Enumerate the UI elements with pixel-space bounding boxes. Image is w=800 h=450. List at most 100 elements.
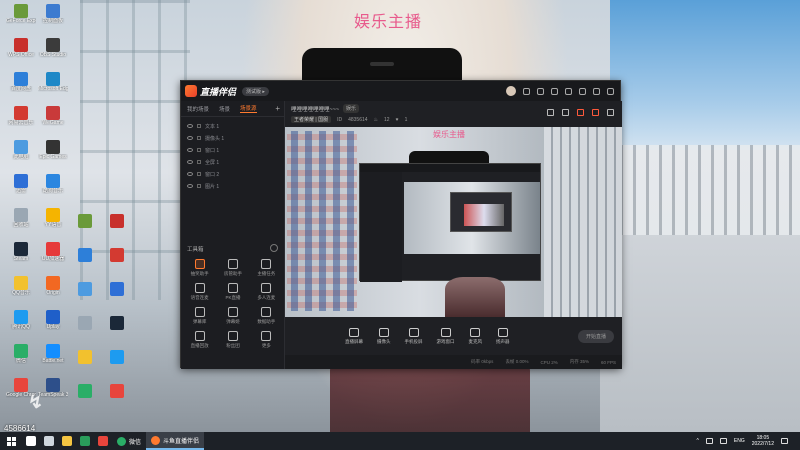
desktop-icon[interactable]: QQ音乐 <box>6 274 36 304</box>
lock-icon[interactable] <box>197 148 201 152</box>
desktop-icon[interactable]: 腾讯QQ <box>6 308 36 338</box>
desktop-icon[interactable]: 酷狗音乐 <box>38 172 68 202</box>
scene-source-item[interactable]: 文本 1 <box>187 120 284 132</box>
category-tag[interactable]: 王者荣耀 | 国服 <box>291 116 332 123</box>
desktop-icon[interactable]: Steam <box>6 240 36 270</box>
message-icon[interactable] <box>551 87 558 95</box>
desktop-icon[interactable]: GeForce Experience <box>6 2 36 32</box>
scene-source-item[interactable]: 窗口 1 <box>187 144 284 156</box>
eye-icon[interactable] <box>187 184 193 188</box>
add-source-icon[interactable]: + <box>275 104 280 113</box>
search-icon[interactable] <box>22 432 40 450</box>
eye-icon[interactable] <box>187 148 193 152</box>
scene-source-item[interactable]: 图片 1 <box>187 180 284 192</box>
desktop-icon[interactable]: 回收站 <box>6 206 36 236</box>
desktop-icon[interactable] <box>102 382 132 412</box>
network-icon[interactable] <box>705 438 713 444</box>
avatar[interactable] <box>506 86 516 96</box>
source-control[interactable]: 麦克风 <box>469 327 482 345</box>
side-tab[interactable]: 我的场景 <box>187 105 209 113</box>
start-button[interactable] <box>0 432 22 450</box>
desktop-icon[interactable]: 此电脑 <box>6 138 36 168</box>
taskbar-task[interactable]: 斗鱼直播伴侣 <box>146 432 205 450</box>
lock-icon[interactable] <box>562 109 569 116</box>
menu-icon[interactable] <box>565 87 572 95</box>
ime-indicator[interactable]: ENG <box>734 438 745 444</box>
browser-icon[interactable] <box>94 432 112 450</box>
eye-icon[interactable] <box>187 160 193 164</box>
live-preview-canvas[interactable]: 娱乐主播 <box>285 127 622 317</box>
maximize-icon[interactable] <box>593 87 600 95</box>
desktop-icon[interactable]: Origin <box>38 274 68 304</box>
source-control[interactable]: 游戏窗口 <box>437 327 455 345</box>
desktop-icon[interactable] <box>70 382 100 412</box>
toolbox-item[interactable]: 数据助手 <box>250 307 283 325</box>
source-control[interactable]: 摄像头 <box>377 327 391 345</box>
desktop-icon[interactable]: 迅雷 <box>6 172 36 202</box>
side-tab[interactable]: 场景源 <box>240 104 257 113</box>
scene-source-item[interactable]: 窗口 2 <box>187 168 284 180</box>
tray-chevron-icon[interactable]: ^ <box>697 438 699 444</box>
lock-icon[interactable] <box>197 136 201 140</box>
toolbox-item[interactable]: 语音连麦 <box>183 283 216 301</box>
room-title[interactable]: 哩哩哩哩哩哩哩~~~ <box>291 105 339 113</box>
version-badge[interactable]: 测试版 ▸ <box>242 86 269 96</box>
toolbox-item[interactable]: 更多 <box>250 331 283 349</box>
share-icon[interactable] <box>577 109 584 116</box>
minimize-icon[interactable] <box>579 87 586 95</box>
desktop-icon[interactable]: 百度网盘 <box>6 70 36 100</box>
desktop-icon[interactable] <box>70 314 100 344</box>
toolbox-item[interactable]: 粉丝团 <box>216 331 249 349</box>
desktop-icon[interactable] <box>102 280 132 310</box>
source-control[interactable]: 扬声器 <box>496 327 510 345</box>
scene-source-item[interactable]: 摄像头 1 <box>187 132 284 144</box>
lock-icon[interactable] <box>197 184 201 188</box>
settings-icon[interactable] <box>523 87 530 95</box>
desktop-icon[interactable]: UU加速器 <box>38 240 68 270</box>
desktop-icon[interactable] <box>102 348 132 378</box>
desktop-icon[interactable] <box>70 212 100 242</box>
streaming-app-window[interactable]: 直播伴侣 测试版 ▸ 我的场景 场景 场景源 + 文本 1 摄像头 1 窗口 1 全屏 1 窗… <box>180 80 622 369</box>
desktop-icon[interactable]: Uplay <box>38 308 68 338</box>
volume-icon[interactable] <box>719 438 727 444</box>
gift-icon[interactable] <box>547 109 554 116</box>
desktop-icon[interactable] <box>102 212 132 242</box>
desktop-icon[interactable]: 控制面板 <box>38 2 68 32</box>
skin-icon[interactable] <box>537 87 544 95</box>
desktop-icon[interactable]: OBS Studio <box>38 36 68 66</box>
desktop-icon[interactable]: 微信 <box>6 342 36 372</box>
taskbar-task[interactable]: 微信 <box>112 432 146 450</box>
app-titlebar[interactable]: 直播伴侣 测试版 ▸ <box>181 81 620 101</box>
desktop-icon[interactable]: Epic Games <box>38 138 68 168</box>
eye-icon[interactable] <box>187 136 193 140</box>
task-view-icon[interactable] <box>40 432 58 450</box>
lock-icon[interactable] <box>197 160 201 164</box>
notification-icon[interactable] <box>781 438 788 444</box>
source-control[interactable]: 直播屏幕 <box>345 327 363 345</box>
close-icon[interactable] <box>607 87 614 95</box>
layout-icon[interactable] <box>607 109 614 116</box>
desktop-icon[interactable] <box>70 280 100 310</box>
file-explorer-icon[interactable] <box>58 432 76 450</box>
eye-icon[interactable] <box>187 124 193 128</box>
desktop-icon[interactable]: Microsoft Edge <box>38 70 68 100</box>
source-control[interactable]: 手机投屏 <box>405 327 423 345</box>
desktop-icon[interactable]: WeGame <box>38 104 68 134</box>
toolbox-item[interactable]: 多人连麦 <box>250 283 283 301</box>
desktop-icon[interactable] <box>70 348 100 378</box>
desktop-icon[interactable]: Battle.net <box>38 342 68 372</box>
clock[interactable]: 18:05 2022/7/12 <box>752 435 774 447</box>
desktop-icon[interactable] <box>70 246 100 276</box>
start-live-button[interactable]: 开始直播 <box>577 329 614 343</box>
toolbox-item[interactable]: 弹幕库 <box>183 307 216 325</box>
eye-icon[interactable] <box>187 172 193 176</box>
scene-source-item[interactable]: 全屏 1 <box>187 156 284 168</box>
toolbox-item[interactable]: 抽奖助手 <box>183 259 216 277</box>
desktop-icon[interactable]: WPS Office <box>6 36 36 66</box>
toolbox-item[interactable]: PK直播 <box>216 283 249 301</box>
toolbox-collapse-icon[interactable] <box>270 244 278 252</box>
toolbox-item[interactable]: 房管助手 <box>216 259 249 277</box>
desktop-icon[interactable] <box>102 314 132 344</box>
lock-icon[interactable] <box>197 172 201 176</box>
side-tab[interactable]: 场景 <box>219 105 230 113</box>
